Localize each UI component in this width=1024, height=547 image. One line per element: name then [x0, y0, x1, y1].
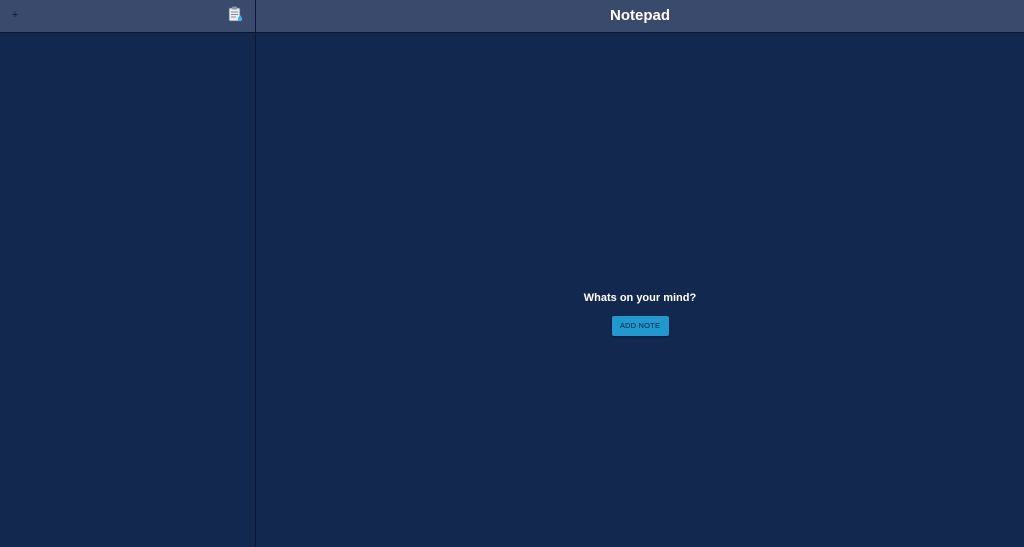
empty-state-prompt: Whats on your mind?	[583, 292, 697, 304]
sidebar-header: +	[0, 0, 255, 33]
sidebar: +	[0, 0, 256, 547]
add-note-button[interactable]: ADD NOTE	[611, 316, 669, 336]
add-note-plus-button[interactable]: +	[9, 8, 21, 22]
main-header: Notepad	[256, 0, 1024, 33]
clipboard-icon[interactable]	[226, 5, 244, 23]
page-title: Notepad	[610, 7, 670, 24]
empty-state: Whats on your mind? ADD NOTE	[256, 290, 1024, 336]
notepad-app: + Notepad Whats on your mind? ADD NOTE	[0, 0, 1024, 547]
main-panel: Notepad Whats on your mind? ADD NOTE	[256, 0, 1024, 547]
